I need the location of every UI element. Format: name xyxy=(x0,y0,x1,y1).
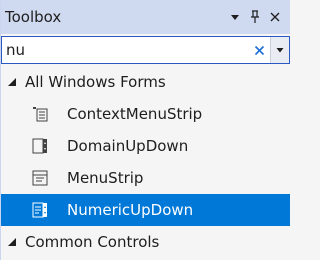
pin-button[interactable] xyxy=(246,7,264,27)
group-label: All Windows Forms xyxy=(25,73,166,91)
caret-down-icon xyxy=(231,15,239,20)
item-label: MenuStrip xyxy=(67,169,144,187)
group-all-windows-forms[interactable]: All Windows Forms xyxy=(1,66,290,98)
clear-search-button[interactable] xyxy=(248,37,270,63)
group-common-controls[interactable]: Common Controls xyxy=(1,226,290,258)
search-input[interactable]: nu xyxy=(2,41,248,59)
expanded-arrow-icon[interactable] xyxy=(5,235,19,249)
panel-title: Toolbox xyxy=(5,8,62,26)
expanded-arrow-icon[interactable] xyxy=(5,75,19,89)
search-dropdown-button[interactable] xyxy=(270,37,289,63)
caret-down-icon xyxy=(276,48,284,53)
close-icon xyxy=(270,12,280,22)
tree-item-contextmenustrip[interactable]: ContextMenuStrip xyxy=(1,98,290,130)
item-label: NumericUpDown xyxy=(67,201,194,219)
item-label: DomainUpDown xyxy=(67,137,189,155)
title-controls xyxy=(226,7,290,27)
dropdown-arrow-button[interactable] xyxy=(226,7,244,27)
pin-icon xyxy=(251,10,259,23)
domain-up-down-icon xyxy=(31,137,49,155)
tree-item-menustrip[interactable]: MenuStrip xyxy=(1,162,290,194)
context-menu-strip-icon xyxy=(31,105,49,123)
numeric-up-down-icon xyxy=(31,201,49,219)
tree-item-numericupdown[interactable]: NumericUpDown xyxy=(1,194,290,226)
toolbox-window: Toolbox nu All Windows Forms ContextMenu… xyxy=(0,0,290,260)
tree-item-domainupdown[interactable]: DomainUpDown xyxy=(1,130,290,162)
group-label: Common Controls xyxy=(25,233,160,251)
toolbox-titlebar: Toolbox xyxy=(1,0,290,34)
clear-icon xyxy=(254,45,264,55)
toolbox-tree: All Windows Forms ContextMenuStrip Domai… xyxy=(1,64,290,258)
item-label: ContextMenuStrip xyxy=(67,105,203,123)
menu-strip-icon xyxy=(31,169,49,187)
search-box[interactable]: nu xyxy=(1,36,290,64)
close-button[interactable] xyxy=(266,7,284,27)
